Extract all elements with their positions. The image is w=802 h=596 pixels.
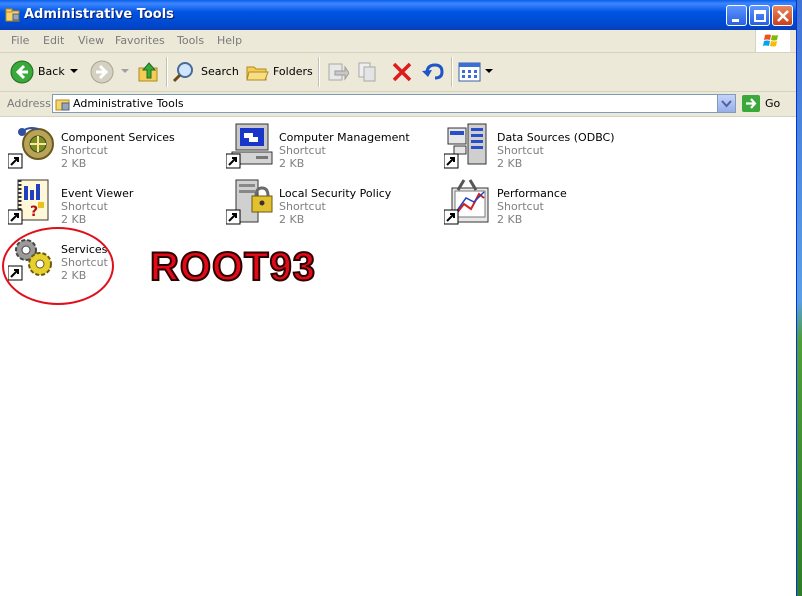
windows-logo-icon <box>755 30 790 52</box>
item-name: Computer Management <box>279 131 410 144</box>
copy-to-button[interactable] <box>355 53 381 91</box>
item-size: 2 KB <box>61 213 87 226</box>
folders-label: Folders <box>273 65 313 78</box>
go-arrow-icon <box>742 95 760 112</box>
folder-tools-icon <box>55 99 70 111</box>
move-to-button[interactable] <box>324 53 350 91</box>
folders-button[interactable]: Folders <box>243 53 313 91</box>
maximize-button[interactable] <box>749 5 770 26</box>
item-size: 2 KB <box>61 157 87 170</box>
item-name: Event Viewer <box>61 187 134 200</box>
menu-tools[interactable]: Tools <box>177 34 204 47</box>
data-sources-icon <box>444 123 487 169</box>
move-to-icon <box>328 63 349 81</box>
toolbar-separator <box>451 57 453 87</box>
minimize-button[interactable] <box>726 5 747 26</box>
address-bar: Address Administrative Tools Go <box>0 92 796 117</box>
title-bar[interactable]: Administrative Tools <box>0 0 796 30</box>
item-size: 2 KB <box>279 157 305 170</box>
address-label: Address <box>7 97 51 110</box>
file-list-view: Component Services Shortcut 2 KB Compute… <box>0 117 796 596</box>
chevron-down-icon[interactable] <box>70 69 78 75</box>
copy-to-icon <box>358 62 376 82</box>
window-title: Administrative Tools <box>24 7 174 22</box>
delete-button[interactable] <box>389 53 415 91</box>
forward-button[interactable] <box>88 53 132 91</box>
go-label[interactable]: Go <box>765 97 780 110</box>
search-button[interactable]: Search <box>170 53 239 91</box>
address-value: Administrative Tools <box>73 97 184 110</box>
item-name: Performance <box>497 187 567 200</box>
address-dropdown-button[interactable] <box>717 95 735 112</box>
menu-bar: File Edit View Favorites Tools Help <box>0 30 796 53</box>
maximize-icon <box>754 10 766 22</box>
item-size: 2 KB <box>497 213 523 226</box>
item-size: 2 KB <box>279 213 305 226</box>
item-type: Shortcut <box>61 200 108 213</box>
item-size: 2 KB <box>497 157 523 170</box>
delete-icon <box>392 62 412 82</box>
go-button[interactable] <box>742 95 760 112</box>
item-type: Shortcut <box>497 200 544 213</box>
undo-button[interactable] <box>420 53 446 91</box>
chevron-down-icon <box>721 100 732 108</box>
address-input[interactable]: Administrative Tools <box>52 94 736 113</box>
event-viewer-icon: ? <box>8 179 49 225</box>
performance-icon <box>444 179 489 225</box>
svg-text:?: ? <box>30 204 38 220</box>
chevron-down-icon[interactable] <box>485 69 493 75</box>
standard-toolbar: Back Search Folders <box>0 53 796 92</box>
item-type: Shortcut <box>497 144 544 157</box>
folder-tools-icon <box>5 8 20 22</box>
menu-edit[interactable]: Edit <box>43 34 64 47</box>
back-label: Back <box>38 65 65 78</box>
views-icon <box>458 62 481 82</box>
close-button[interactable] <box>772 5 793 26</box>
item-name: Data Sources (ODBC) <box>497 131 615 144</box>
folders-icon <box>246 66 269 81</box>
item-name: Local Security Policy <box>279 187 392 200</box>
item-name: Component Services <box>61 131 175 144</box>
item-local-security-policy[interactable]: Local Security Policy Shortcut 2 KB <box>218 178 428 232</box>
search-label: Search <box>201 65 239 78</box>
back-button[interactable]: Back <box>8 53 80 91</box>
item-data-sources-odbc[interactable]: Data Sources (ODBC) Shortcut 2 KB <box>436 122 646 176</box>
search-icon <box>172 62 193 83</box>
item-event-viewer[interactable]: ? Event Viewer Shortcut 2 KB <box>0 178 210 232</box>
menu-favorites[interactable]: Favorites <box>115 34 165 47</box>
close-icon <box>777 10 789 22</box>
up-folder-button[interactable] <box>136 53 162 91</box>
item-computer-management[interactable]: Computer Management Shortcut 2 KB <box>218 122 428 176</box>
up-folder-icon <box>138 62 158 82</box>
back-arrow-icon <box>10 60 34 84</box>
component-services-icon <box>8 127 54 169</box>
item-type: Shortcut <box>61 144 108 157</box>
item-performance[interactable]: Performance Shortcut 2 KB <box>436 178 646 232</box>
item-type: Shortcut <box>279 144 326 157</box>
toolbar-separator <box>318 57 320 87</box>
watermark-text: ROOT93 <box>149 244 317 290</box>
menu-view[interactable]: View <box>78 34 104 47</box>
menu-help[interactable]: Help <box>217 34 242 47</box>
highlight-circle <box>2 227 114 305</box>
computer-management-icon <box>226 123 273 169</box>
chevron-down-icon[interactable] <box>121 69 129 75</box>
toolbar-separator <box>166 57 168 87</box>
undo-icon <box>422 63 444 80</box>
item-component-services[interactable]: Component Services Shortcut 2 KB <box>0 122 210 176</box>
minimize-icon <box>732 19 739 22</box>
forward-arrow-icon <box>90 60 114 84</box>
local-security-policy-icon <box>226 179 273 225</box>
item-type: Shortcut <box>279 200 326 213</box>
explorer-window: Administrative Tools File Edit View Favo… <box>0 0 797 596</box>
menu-file[interactable]: File <box>11 34 29 47</box>
views-button[interactable] <box>456 53 494 91</box>
